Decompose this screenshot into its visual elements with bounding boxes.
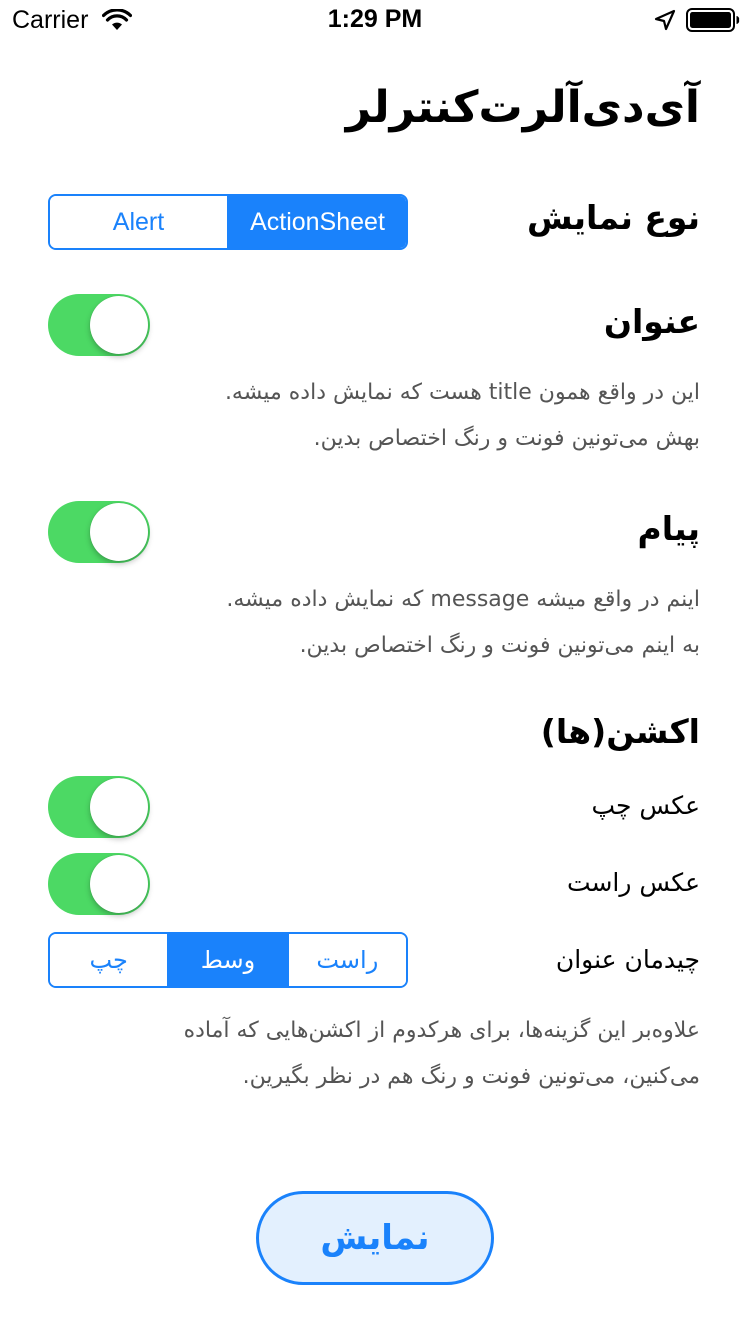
message-description-line: اینم در واقع میشه message که نمایش داده … — [226, 587, 700, 612]
toggle-knob — [90, 778, 148, 836]
location-arrow-icon — [654, 9, 676, 31]
title-description-line: بهش می‌تونین فونت و رنگ اختصاص بدین. — [313, 426, 700, 451]
toggle-knob — [90, 296, 148, 354]
segment-alert[interactable]: Alert — [50, 196, 227, 248]
message-toggle[interactable] — [48, 501, 150, 563]
title-description: این در واقع همون title هست که نمایش داده… — [60, 370, 700, 462]
actions-description: علاوه‌بر این گزینه‌ها، برای هرکدوم از اک… — [60, 1008, 700, 1100]
message-description: اینم در واقع میشه message که نمایش داده … — [60, 577, 700, 669]
alignment-label: چیدمان عنوان — [555, 945, 700, 974]
toggle-knob — [90, 503, 148, 561]
clock: 1:29 PM — [327, 5, 423, 33]
right-image-toggle[interactable] — [48, 853, 150, 915]
left-image-toggle[interactable] — [48, 776, 150, 838]
actions-description-line: علاوه‌بر این گزینه‌ها، برای هرکدوم از اک… — [183, 1018, 700, 1043]
segment-actionsheet[interactable]: ActionSheet — [227, 196, 406, 248]
toggle-knob — [90, 855, 148, 913]
message-description-line: به اینم می‌تونین فونت و رنگ اختصاص بدین. — [299, 633, 700, 658]
display-type-label: نوع نمایش — [526, 198, 700, 237]
actions-description-line: می‌کنین، می‌تونین فونت و رنگ هم در نظر ب… — [242, 1064, 700, 1089]
segment-left[interactable]: چپ — [50, 934, 168, 986]
title-toggle[interactable] — [48, 294, 150, 356]
title-description-line: این در واقع همون title هست که نمایش داده… — [224, 380, 700, 405]
left-image-label: عکس چپ — [591, 791, 700, 820]
title-section-label: عنوان — [603, 302, 700, 341]
actions-section-label: اکشن(ها) — [540, 712, 700, 751]
segment-right[interactable]: راست — [286, 934, 406, 986]
display-type-segmented-control: Alert ActionSheet — [48, 194, 408, 250]
message-section-label: پیام — [637, 509, 700, 548]
alignment-segmented-control: چپ وسط راست — [48, 932, 408, 988]
right-image-label: عکس راست — [566, 868, 700, 897]
segment-center[interactable]: وسط — [167, 934, 287, 986]
status-bar: Carrier 1:29 PM — [0, 0, 750, 40]
battery-icon — [686, 8, 740, 32]
show-button[interactable]: نمایش — [256, 1191, 494, 1285]
page-title: آی‌دی‌آلرت‌کنترلر — [345, 82, 700, 133]
